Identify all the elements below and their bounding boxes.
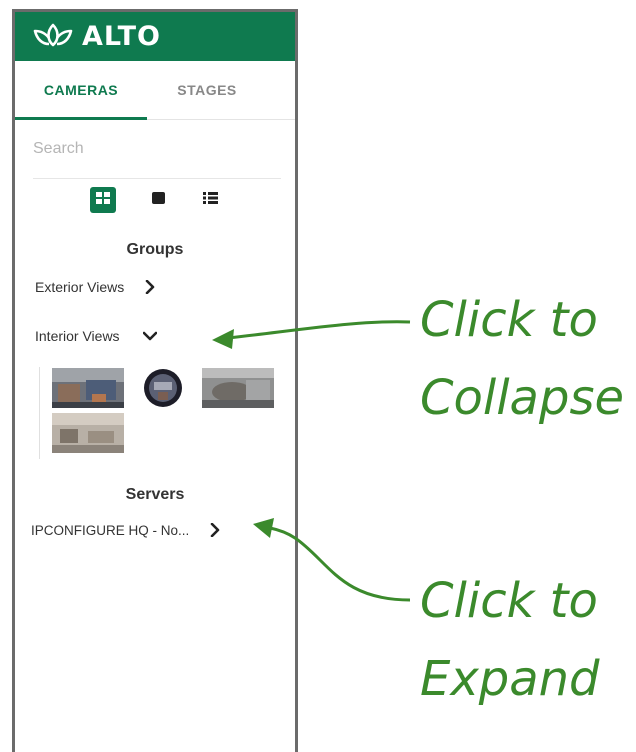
expand-arrowhead xyxy=(253,518,274,538)
screenshot-canvas: ALTO CAMERAS STAGES Search Groups Exteri… xyxy=(0,0,636,752)
annotation-collapse-line1: Click to xyxy=(420,292,598,348)
annotation-collapse-line2: Collapse xyxy=(420,370,624,426)
annotation-expand-line2: Expand xyxy=(420,651,600,707)
annotation-expand-line1: Click to xyxy=(420,573,598,629)
collapse-arrowhead xyxy=(212,329,234,349)
expand-arrow-line xyxy=(269,526,411,602)
collapse-arrow-line xyxy=(227,320,411,340)
